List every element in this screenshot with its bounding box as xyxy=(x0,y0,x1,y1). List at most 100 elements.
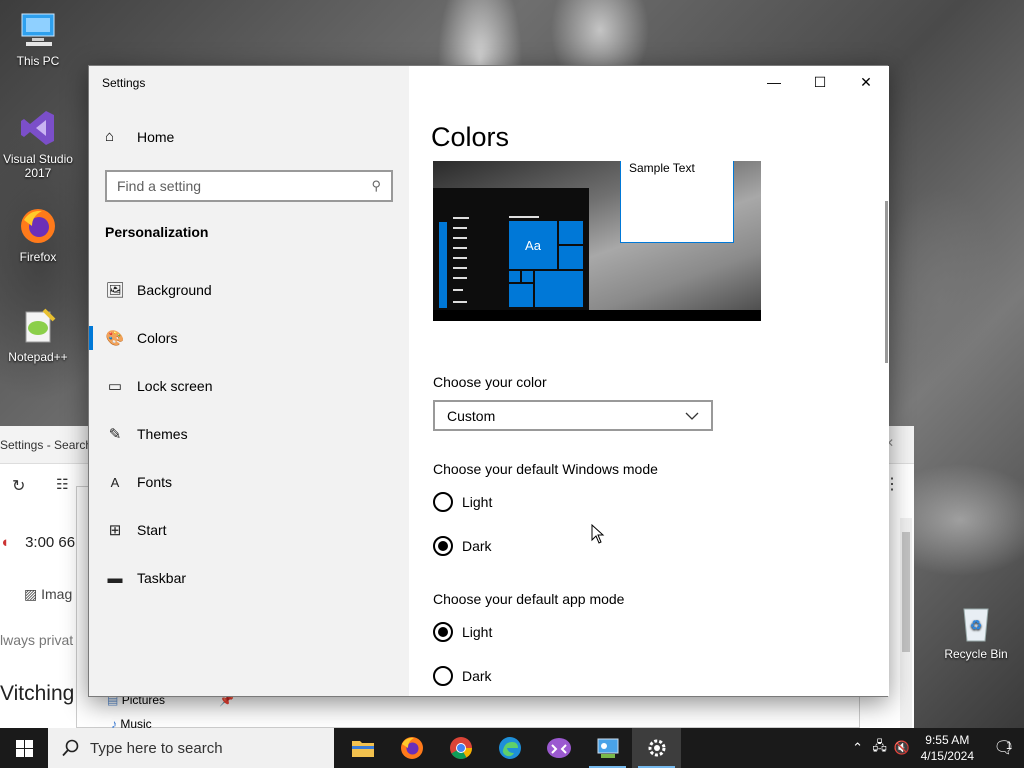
windows-logo-icon xyxy=(15,739,33,757)
windows-mode-label: Choose your default Windows mode xyxy=(433,461,658,477)
start-button[interactable] xyxy=(0,728,48,768)
sidebar-item-label: Background xyxy=(137,282,212,298)
palette-icon: 🎨 xyxy=(105,330,125,347)
mouse-cursor-icon xyxy=(591,524,605,544)
windows-mode-light-radio[interactable]: Light xyxy=(433,492,492,512)
taskbar-icon: ▬ xyxy=(107,569,123,587)
settings-window[interactable]: Settings ⌂ Home Find a setting ⚲ Persona… xyxy=(88,65,889,697)
control-panel-icon xyxy=(597,738,618,758)
main-scrollbar[interactable] xyxy=(885,201,888,363)
firefox-icon xyxy=(400,737,423,759)
notification-count: 1 xyxy=(1006,740,1013,752)
notepadpp-icon xyxy=(18,306,58,346)
close-button[interactable]: ✕ xyxy=(843,66,889,98)
clock[interactable]: 9:55 AM 4/15/2024 xyxy=(921,732,974,764)
chevron-up-icon[interactable]: ⌃ xyxy=(847,740,869,756)
sidebar-item-lock-screen[interactable]: ▭ Lock screen xyxy=(89,362,409,410)
section-personalization: Personalization xyxy=(105,224,209,240)
close-icon: ✕ xyxy=(860,73,872,90)
taskbar-search-placeholder: Type here to search xyxy=(90,739,223,757)
color-preview: Aa Sample Text xyxy=(433,161,761,321)
sidebar-item-label: Start xyxy=(137,522,167,538)
system-tray: ⌃ 🖧 🔇 9:55 AM 4/15/2024 🗨 1 xyxy=(847,728,1024,768)
app-mode-light-radio[interactable]: Light xyxy=(433,622,492,642)
desktop-icon-label: Visual Studio 2017 xyxy=(3,152,73,180)
volume-muted-icon[interactable]: 🔇 xyxy=(891,740,913,756)
clock-date: 4/15/2024 xyxy=(920,749,974,763)
taskbar-settings[interactable] xyxy=(632,728,681,768)
clock-time: 9:55 AM xyxy=(925,733,970,747)
sidebar-item-taskbar[interactable]: ▬ Taskbar xyxy=(89,554,409,602)
radio-indicator-selected xyxy=(433,536,453,556)
choose-color-dropdown[interactable]: Custom xyxy=(433,400,713,431)
nav-home[interactable]: ⌂ Home xyxy=(105,128,174,145)
browser-private-text: lways privat xyxy=(0,632,74,648)
notification-button[interactable]: 🗨 1 xyxy=(984,728,1024,768)
find-setting-input[interactable]: Find a setting ⚲ xyxy=(105,170,393,202)
taskbar: Type here to search ⌃ 🖧 🔇 9:55 AM 4/15/2… xyxy=(0,728,1024,768)
windows-mode-dark-radio[interactable]: Dark xyxy=(433,536,492,556)
taskbar-apps xyxy=(338,728,681,768)
taskbar-control-panel[interactable] xyxy=(583,728,632,768)
taskbar-visual-studio[interactable] xyxy=(534,728,583,768)
window-controls: — ☐ ✕ xyxy=(751,66,889,98)
preview-menu-lines xyxy=(439,217,469,308)
browser-scrollbar[interactable] xyxy=(900,518,912,728)
desktop-icon-notepadpp[interactable]: Notepad++ xyxy=(0,306,76,364)
radio-label: Light xyxy=(462,624,493,640)
preview-tile-text: Aa xyxy=(509,221,557,269)
home-icon: ⌂ xyxy=(105,128,115,145)
minimize-icon: — xyxy=(767,74,781,90)
taskbar-firefox[interactable] xyxy=(387,728,436,768)
radio-label: Light xyxy=(462,494,493,510)
taskbar-search-box[interactable]: Type here to search xyxy=(48,728,334,768)
personalization-nav: 🖼 Background 🎨 Colors ▭ Lock screen ✎ Th… xyxy=(89,266,409,602)
taskbar-chrome[interactable] xyxy=(436,728,485,768)
file-explorer-icon xyxy=(351,741,374,757)
sidebar-item-start[interactable]: ⊞ Start xyxy=(89,506,409,554)
maximize-icon: ☐ xyxy=(813,73,827,90)
settings-main: — ☐ ✕ Colors Aa Sample Text Choose your … xyxy=(409,66,889,696)
desktop-icon-visual-studio[interactable]: Visual Studio 2017 xyxy=(0,108,76,180)
picture-icon: 🖼 xyxy=(105,282,125,299)
sidebar-item-themes[interactable]: ✎ Themes xyxy=(89,410,409,458)
browser-tab-images[interactable]: ▨ Imag xyxy=(24,586,72,603)
font-icon: A xyxy=(110,474,120,490)
search-placeholder: Find a setting xyxy=(117,178,202,194)
maximize-button[interactable]: ☐ xyxy=(797,66,843,98)
tune-icon[interactable]: ☷ xyxy=(56,476,69,493)
sidebar-item-background[interactable]: 🖼 Background xyxy=(89,266,409,314)
taskbar-edge[interactable] xyxy=(485,728,534,768)
image-icon: ▨ xyxy=(24,586,38,602)
desktop-icon-label: This PC xyxy=(16,54,60,68)
app-mode-dark-radio[interactable]: Dark xyxy=(433,666,492,686)
radio-label: Dark xyxy=(462,668,492,684)
network-icon[interactable]: 🖧 xyxy=(869,737,891,759)
desktop-icon-firefox[interactable]: Firefox xyxy=(0,206,76,264)
settings-icon xyxy=(648,739,665,757)
page-title: Colors xyxy=(431,122,510,152)
visual-studio-icon xyxy=(18,108,58,148)
visual-studio-icon xyxy=(546,738,571,758)
sidebar-item-label: Colors xyxy=(137,330,178,346)
settings-sidebar: Settings ⌂ Home Find a setting ⚲ Persona… xyxy=(89,66,409,696)
home-label: Home xyxy=(137,128,175,145)
sidebar-item-fonts[interactable]: A Fonts xyxy=(89,458,409,506)
preview-sample-text: Sample Text xyxy=(629,161,695,175)
edge-icon xyxy=(498,737,521,759)
search-icon xyxy=(62,739,79,757)
taskbar-file-explorer[interactable] xyxy=(338,728,387,768)
desktop-icon-this-pc[interactable]: This PC xyxy=(0,10,76,68)
preview-tiles: Aa xyxy=(509,221,584,309)
radio-indicator xyxy=(433,492,453,512)
choose-color-value: Custom xyxy=(447,407,496,424)
radio-indicator xyxy=(433,666,453,686)
desktop-icon-recycle-bin[interactable]: ♻ Recycle Bin xyxy=(936,603,1016,661)
desktop-icon-label: Firefox xyxy=(19,250,57,264)
radio-label: Dark xyxy=(462,538,492,554)
minimize-button[interactable]: — xyxy=(751,66,797,98)
sidebar-item-label: Fonts xyxy=(137,474,173,490)
reload-icon[interactable]: ↻ xyxy=(12,476,25,496)
sidebar-item-colors[interactable]: 🎨 Colors xyxy=(89,314,409,362)
browser-timer: ◖ 3:00 66 xyxy=(0,534,76,551)
